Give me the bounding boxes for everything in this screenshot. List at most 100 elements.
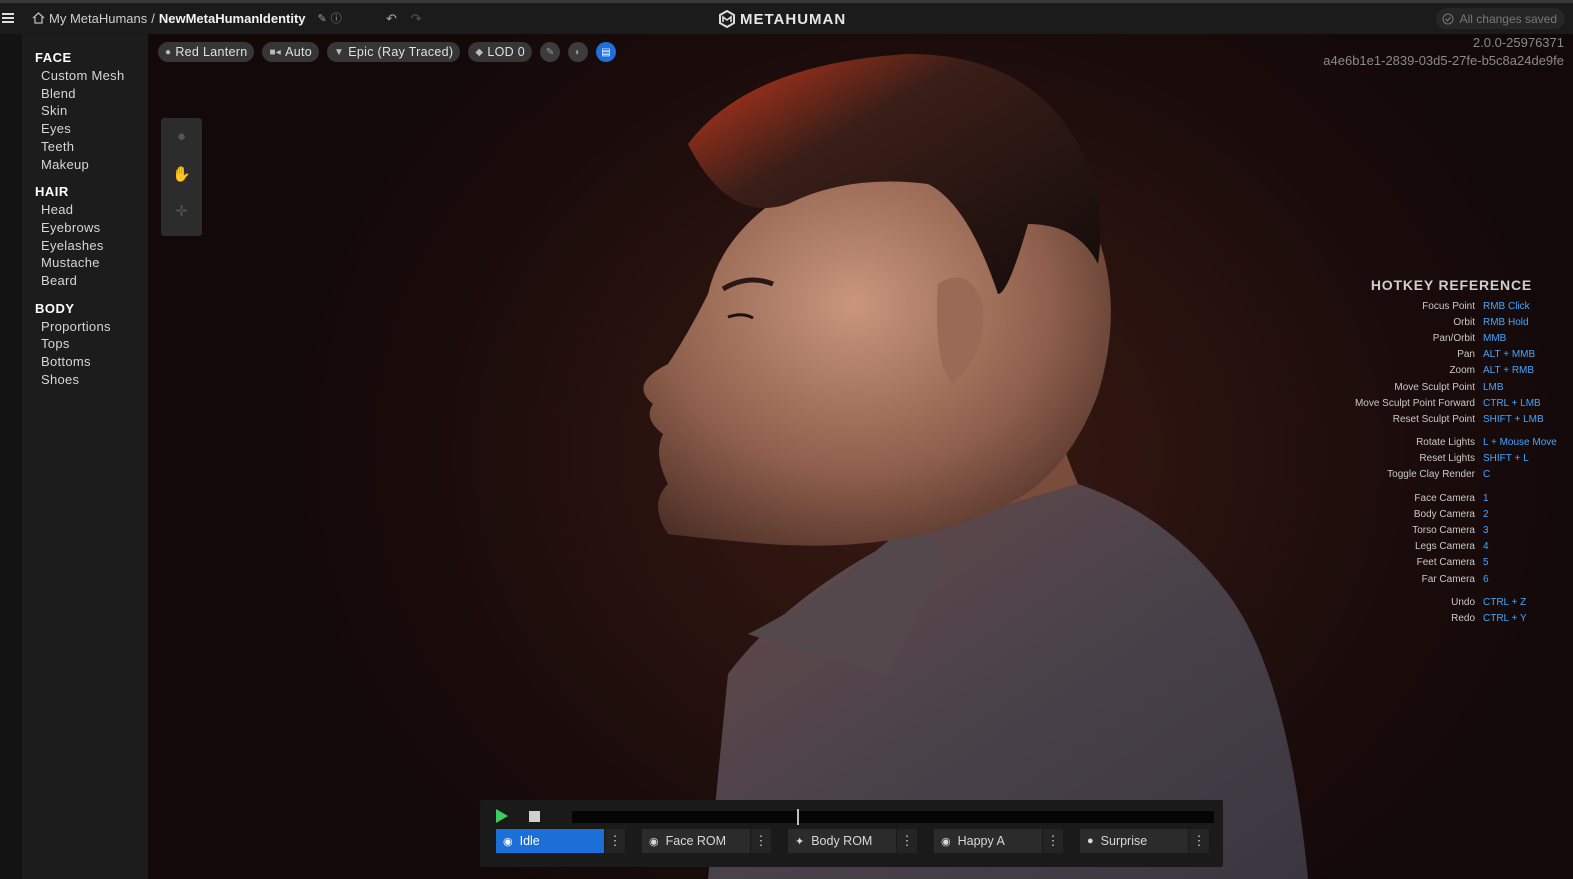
hotkey-label: Focus Point [1422,300,1475,312]
redo-icon[interactable]: ↷ [411,11,422,27]
hand-icon[interactable]: ✋ [161,155,202,192]
hotkey-label: Undo [1451,596,1475,608]
breadcrumb: My MetaHumans / NewMetaHumanIdentity ✎ ⓘ [32,10,342,26]
animation-label: Surprise [1100,834,1148,848]
sidebar-item-eyebrows[interactable]: Eyebrows [22,219,148,237]
more-options-icon[interactable]: ⋮ [751,829,771,853]
sidebar-item-head[interactable]: Head [22,201,148,219]
animation-item: ◉ Face ROM ⋮ [642,829,771,853]
stop-icon[interactable] [529,811,540,822]
hotkey-label: Far Camera [1421,573,1475,585]
render-quality-chip[interactable]: ▼ Epic (Ray Traced) [327,42,461,62]
hotkey-group: Rotate Lights L + Mouse Move Reset Lights S… [1342,435,1570,484]
clay-render-icon[interactable]: ◐ [568,42,589,62]
animation-button[interactable]: ● Surprise [1080,829,1188,853]
keyboard-icon[interactable]: ▤ [596,42,617,62]
hotkey-label: Feet Camera [1416,557,1475,569]
hotkey-label: Move Sculpt Point Forward [1354,397,1475,409]
hotkey-label: Toggle Clay Render [1387,469,1475,481]
sidebar-item-beard[interactable]: Beard [22,272,148,290]
hotkey-row: Orbit RMB Hold [1342,314,1570,330]
3d-viewport[interactable]: ● Red Lantern ■◂ Auto ▼ Epic (Ray Traced… [148,34,1573,879]
sidebar-section-face: FACE Custom Mesh Blend Skin Eyes Teeth M… [22,50,148,173]
hotkey-key: CTRL + LMB [1483,397,1541,409]
more-options-icon[interactable]: ⋮ [1189,829,1209,853]
animation-button[interactable]: ◉ Face ROM [642,829,750,853]
lighting-preset-label: Red Lantern [175,45,248,59]
hotkey-row: Torso Camera 3 [1342,522,1570,538]
more-options-icon[interactable]: ⋮ [897,829,917,853]
animation-label: Face ROM [665,834,727,848]
animation-player: ◉ Idle ⋮ ◉ Face ROM ⋮ ✦ Body ROM ⋮ ◉ Happy A ⋮ ● Surp… [480,800,1223,867]
hamburger-menu-icon[interactable] [2,11,14,25]
hotkey-label: Legs Camera [1414,541,1475,553]
animation-item: ✦ Body ROM ⋮ [788,829,917,853]
light-bulb-icon: ● [165,46,172,58]
hotkey-row: Legs Camera 4 [1342,539,1570,555]
hotkey-key: CTRL + Z [1483,596,1527,608]
hotkey-label: Zoom [1449,365,1475,377]
top-bar: My MetaHumans / NewMetaHumanIdentity ✎ ⓘ… [0,0,1573,34]
lighting-preset-chip[interactable]: ● Red Lantern [158,42,255,62]
animation-button[interactable]: ◉ Happy A [934,829,1042,853]
sidebar-item-tops[interactable]: Tops [22,335,148,353]
hotkey-key: L + Mouse Move [1483,437,1557,449]
hotkey-label: Pan [1457,349,1475,361]
brand-name: METAHUMAN [740,10,847,28]
hotkey-row: Far Camera 6 [1342,571,1570,587]
lod-chip[interactable]: ◆ LOD 0 [468,42,533,62]
sidebar-item-eyelashes[interactable]: Eyelashes [22,237,148,255]
animation-list: ◉ Idle ⋮ ◉ Face ROM ⋮ ✦ Body ROM ⋮ ◉ Happy A ⋮ ● Surp… [496,829,1226,853]
breadcrumb-root[interactable]: My MetaHumans [49,11,147,26]
face-icon: ◉ [941,835,951,848]
hotkey-group: Focus Point RMB Click Orbit RMB Hold Pan/Orb… [1342,298,1570,428]
hotkey-row: Undo CTRL + Z [1342,594,1570,610]
more-options-icon[interactable]: ⋮ [1043,829,1063,853]
timeline-scrubber[interactable] [572,809,1214,825]
section-title: BODY [35,300,75,316]
sidebar-item-blend[interactable]: Blend [22,85,148,103]
hotkey-row: Toggle Clay Render C [1342,467,1570,483]
pencil-icon[interactable]: ✎ [540,42,561,62]
section-title: HAIR [35,184,69,200]
sidebar-item-eyes[interactable]: Eyes [22,120,148,138]
hotkey-key: 4 [1483,541,1489,553]
animation-label: Body ROM [811,834,873,848]
animation-label: Idle [519,834,540,848]
camera-mode-label: Auto [285,45,313,59]
breadcrumb-separator: / [151,10,155,26]
playhead[interactable] [796,809,799,825]
hotkey-label: Move Sculpt Point [1394,381,1475,393]
camera-mode-chip[interactable]: ■◂ Auto [262,42,320,62]
hotkey-key: LMB [1483,381,1504,393]
edit-pencil-icon[interactable]: ✎ [318,12,327,25]
hotkey-key: RMB Click [1483,300,1530,312]
hotkey-key: 6 [1483,573,1489,585]
more-options-icon[interactable]: ⋮ [605,829,625,853]
animation-button[interactable]: ✦ Body ROM [788,829,896,853]
hotkey-row: Body Camera 2 [1342,506,1570,522]
render-quality-label: Epic (Ray Traced) [348,45,454,59]
sidebar-item-bottoms[interactable]: Bottoms [22,353,148,371]
sidebar-item-mustache[interactable]: Mustache [22,254,148,272]
sidebar-item-custom-mesh[interactable]: Custom Mesh [22,67,148,85]
sidebar-item-teeth[interactable]: Teeth [22,138,148,156]
hotkey-key: SHIFT + LMB [1483,413,1544,425]
undo-icon[interactable]: ↶ [386,11,397,27]
sidebar-item-skin[interactable]: Skin [22,102,148,120]
sidebar-section-body: BODY Proportions Tops Bottoms Shoes [22,301,148,389]
face-select-icon[interactable]: ● [161,118,202,155]
sidebar-item-proportions[interactable]: Proportions [22,318,148,336]
play-icon[interactable] [496,809,508,823]
sidebar-item-shoes[interactable]: Shoes [22,371,148,389]
move-icon[interactable]: ✛ [161,192,202,229]
home-icon[interactable] [32,12,45,24]
help-icon[interactable]: ⓘ [331,10,342,26]
animation-button[interactable]: ◉ Idle [496,829,604,853]
cube-icon: ◆ [475,46,484,58]
sidebar-item-makeup[interactable]: Makeup [22,156,148,174]
hotkey-key: 5 [1483,557,1489,569]
hotkey-title: HOTKEY REFERENCE [1370,277,1532,293]
hotkey-row: Redo CTRL + Y [1342,610,1570,626]
hotkey-label: Reset Sculpt Point [1392,413,1475,425]
